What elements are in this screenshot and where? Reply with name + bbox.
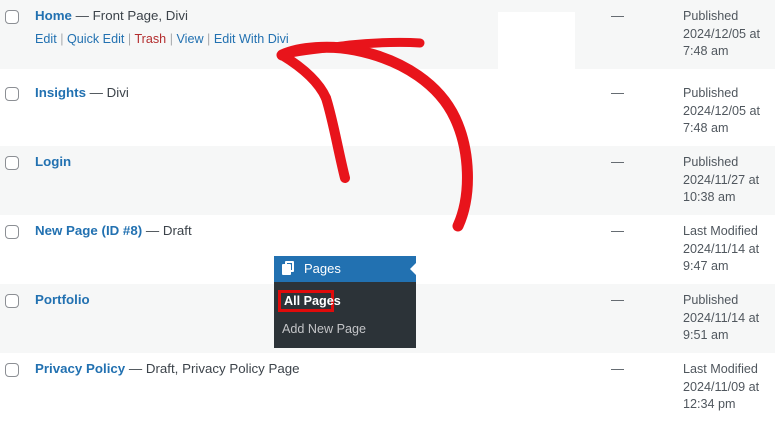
edit-with-divi-link[interactable]: Edit With Divi <box>214 32 289 46</box>
date-cell: Published 2024/12/05 at 7:48 am <box>683 8 760 61</box>
date-cell: Last Modified 2024/11/14 at 9:47 am <box>683 223 759 276</box>
author-cell: — <box>611 8 624 23</box>
date-text: 2024/12/05 at <box>683 26 761 41</box>
menu-item-pages[interactable]: Pages <box>274 256 410 282</box>
date-text: 2024/11/14 at <box>683 241 760 256</box>
edit-link[interactable]: Edit <box>35 32 57 46</box>
page-title-link[interactable]: Insights <box>35 85 86 100</box>
row-title: Insights — Divi <box>35 85 129 100</box>
row-title: Home — Front Page, Divi <box>35 8 188 23</box>
time-text: 7:48 am <box>683 44 729 58</box>
trash-link[interactable]: Trash <box>134 32 166 46</box>
page-state: — Divi <box>85 85 129 100</box>
author-cell: — <box>611 292 624 307</box>
status-label: Published <box>683 86 739 100</box>
page-title-link[interactable]: New Page (ID #8) <box>35 223 142 238</box>
page-title-link[interactable]: Home <box>35 8 72 23</box>
row-checkbox[interactable] <box>5 87 19 101</box>
date-text: 2024/11/09 at <box>683 379 760 394</box>
status-label: Published <box>683 293 739 307</box>
date-text: 2024/11/27 at <box>683 172 760 187</box>
status-label: Last Modified <box>683 362 758 376</box>
row-title: Login <box>35 154 71 169</box>
row-title: Portfolio <box>35 292 90 307</box>
action-separator: | <box>207 32 211 46</box>
time-text: 7:48 am <box>683 121 729 135</box>
page-title-link[interactable]: Portfolio <box>35 292 90 307</box>
view-link[interactable]: View <box>176 32 203 46</box>
date-cell: Published 2024/12/05 at 7:48 am <box>683 85 760 138</box>
time-text: 9:47 am <box>683 259 729 273</box>
date-text: 2024/11/14 at <box>683 310 760 325</box>
submenu-all-pages[interactable]: All Pages <box>278 290 341 312</box>
row-checkbox[interactable] <box>5 294 19 308</box>
menu-item-pages-label: Pages <box>304 261 341 276</box>
table-row: Login — Published 2024/11/27 at 10:38 am <box>0 146 775 215</box>
time-text: 12:34 pm <box>683 397 736 411</box>
table-row: Insights — Divi — Published 2024/12/05 a… <box>0 77 775 146</box>
submenu-add-new-page[interactable]: Add New Page <box>282 322 366 336</box>
row-checkbox[interactable] <box>5 225 19 239</box>
page-title-link[interactable]: Privacy Policy <box>35 361 125 376</box>
time-text: 9:51 am <box>683 328 729 342</box>
row-actions: Edit | Quick Edit | Trash | View | Edit … <box>35 32 289 46</box>
status-label: Published <box>683 9 739 23</box>
date-text: 2024/12/05 at <box>683 103 761 118</box>
table-row: Home — Front Page, Divi Edit | Quick Edi… <box>0 0 775 77</box>
status-label: Last Modified <box>683 224 758 238</box>
author-cell: — <box>611 361 624 376</box>
date-cell: Published 2024/11/14 at 9:51 am <box>683 292 759 345</box>
page-title-link[interactable]: Login <box>35 154 71 169</box>
date-cell: Last Modified 2024/11/09 at 12:34 pm <box>683 361 759 414</box>
row-title: Privacy Policy — Draft, Privacy Policy P… <box>35 361 300 376</box>
action-separator: | <box>127 32 132 46</box>
pages-list-table: Home — Front Page, Divi Edit | Quick Edi… <box>0 0 775 418</box>
pages-icon <box>282 261 294 275</box>
page-state: — Draft, Privacy Policy Page <box>125 361 300 376</box>
action-separator: | <box>169 32 173 46</box>
page-state: — Front Page, Divi <box>71 8 188 23</box>
current-menu-arrow-icon <box>410 262 417 276</box>
time-text: 10:38 am <box>683 190 736 204</box>
blank-cell <box>498 12 575 77</box>
row-checkbox[interactable] <box>5 363 19 377</box>
row-title: New Page (ID #8) — Draft <box>35 223 192 238</box>
action-separator: | <box>60 32 64 46</box>
page-state: — Draft <box>142 223 192 238</box>
author-cell: — <box>611 85 624 100</box>
pages-submenu: All Pages Add New Page <box>274 282 416 348</box>
quick-edit-link[interactable]: Quick Edit <box>67 32 124 46</box>
table-row: Privacy Policy — Draft, Privacy Policy P… <box>0 353 775 422</box>
author-cell: — <box>611 223 624 238</box>
status-label: Published <box>683 155 739 169</box>
pages-admin-menu: Pages All Pages Add New Page <box>274 256 417 348</box>
author-cell: — <box>611 154 624 169</box>
row-checkbox[interactable] <box>5 156 19 170</box>
row-checkbox[interactable] <box>5 10 19 24</box>
date-cell: Published 2024/11/27 at 10:38 am <box>683 154 759 207</box>
